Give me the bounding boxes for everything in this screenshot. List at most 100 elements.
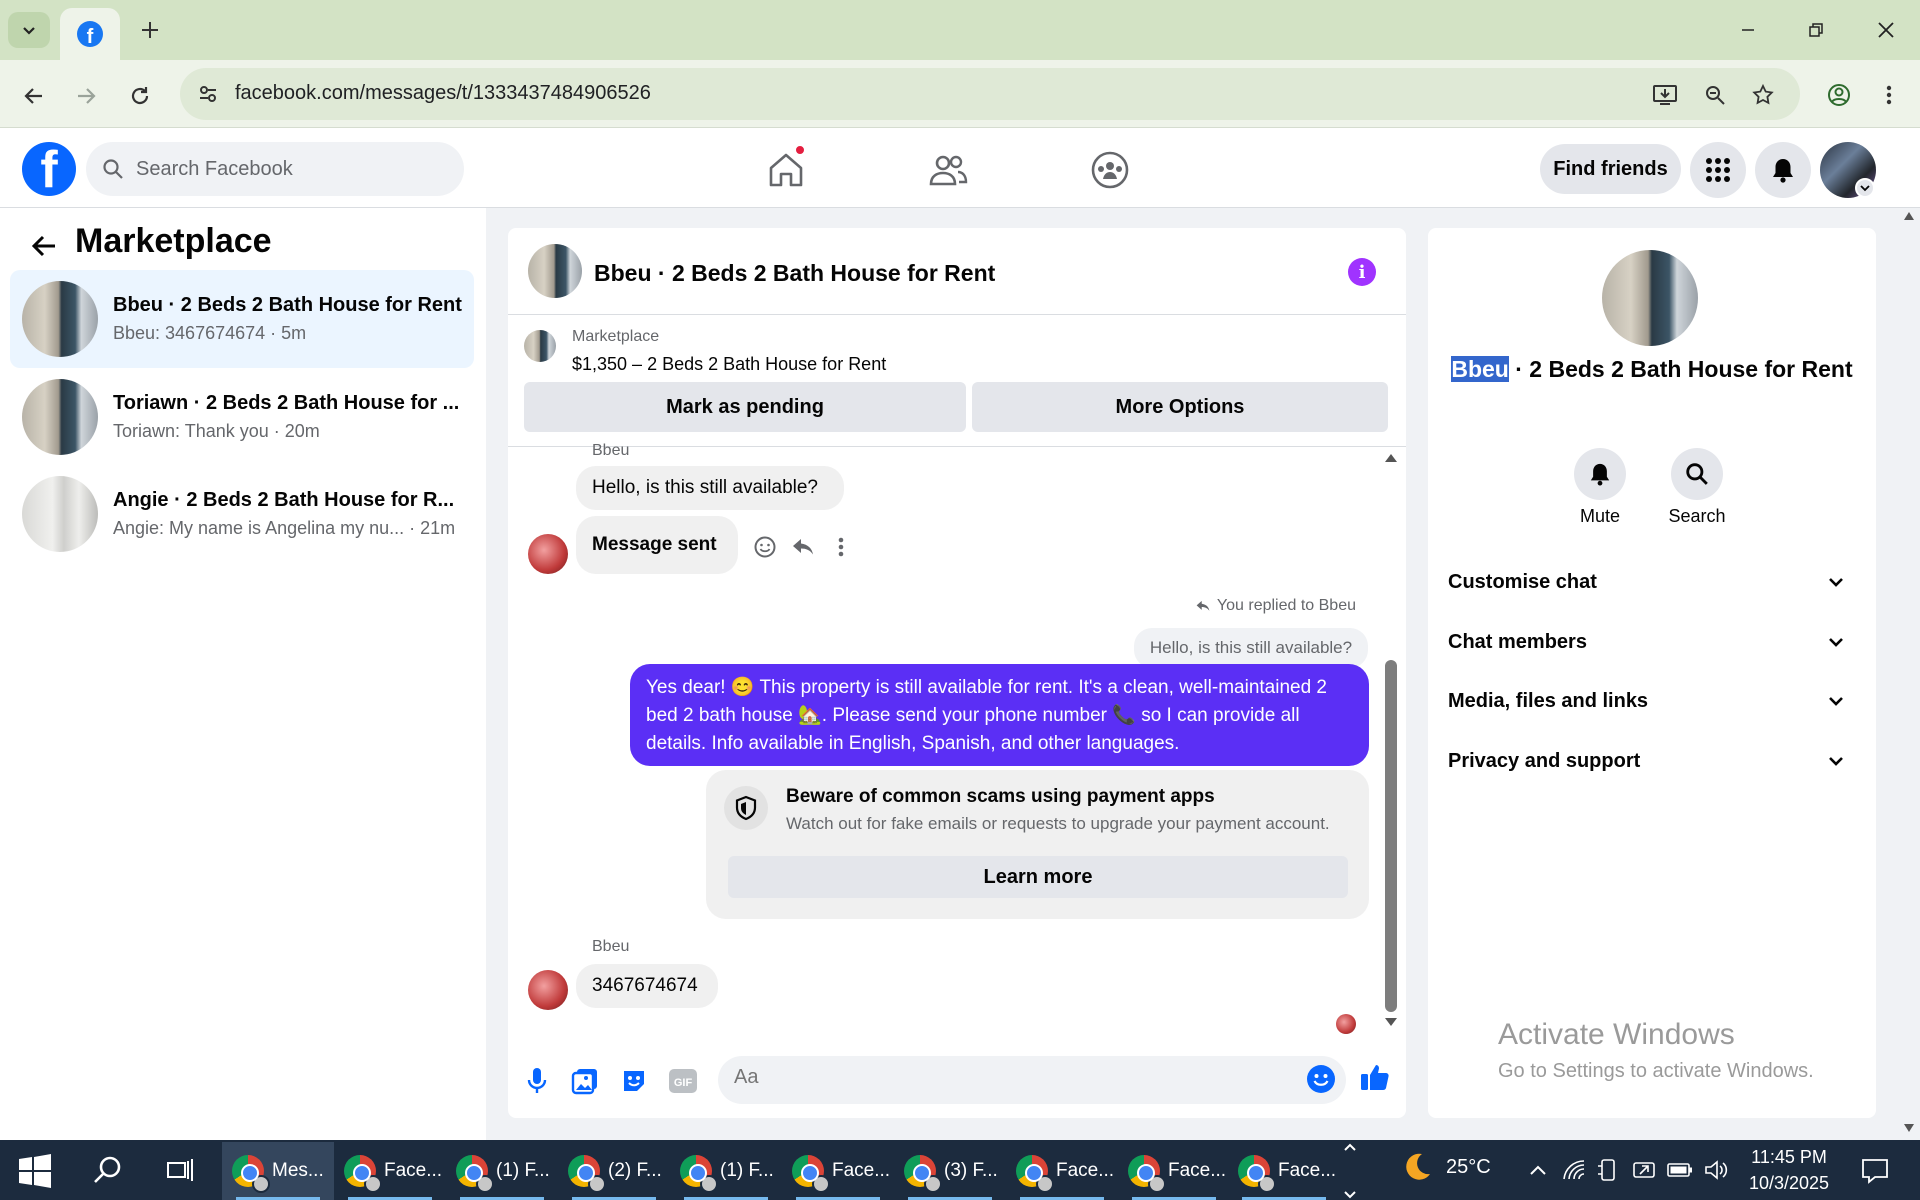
browser-menu-icon[interactable] <box>1874 80 1904 110</box>
chat-title[interactable]: Bbeu · 2 Beds 2 Bath House for Rent <box>594 260 995 287</box>
listing-price-title[interactable]: $1,350 – 2 Beds 2 Bath House for Rent <box>572 354 886 375</box>
taskbar-item-6[interactable]: Face... <box>782 1142 894 1200</box>
accordion-customise-chat[interactable]: Customise chat <box>1448 554 1854 610</box>
learn-more-button[interactable]: Learn more <box>728 856 1348 898</box>
notifications-button[interactable] <box>1755 142 1811 198</box>
volume-icon[interactable] <box>1702 1156 1730 1184</box>
activate-windows-watermark-title: Activate Windows <box>1498 1018 1735 1051</box>
facebook-icon: f <box>77 21 103 47</box>
site-info-button[interactable] <box>194 80 222 108</box>
back-to-chats-button[interactable] <box>26 228 62 264</box>
replied-quote[interactable]: Hello, is this still available? <box>1134 628 1368 668</box>
like-thumbs-up-icon[interactable] <box>1358 1060 1392 1094</box>
more-options-button[interactable]: More Options <box>972 382 1388 432</box>
reply-icon[interactable] <box>788 532 818 562</box>
emoji-icon[interactable] <box>1304 1062 1338 1096</box>
seen-receipt-avatar <box>1336 1014 1356 1034</box>
accordion-privacy-support[interactable]: Privacy and support <box>1448 733 1854 789</box>
taskbar-item-1[interactable]: Mes... <box>222 1142 334 1200</box>
menu-button[interactable] <box>1690 142 1746 198</box>
browser-tab-active[interactable]: f <box>60 8 120 60</box>
info-icon[interactable]: i <box>1348 258 1376 286</box>
taskbar-item-3[interactable]: (1) F... <box>446 1142 558 1200</box>
reload-button[interactable] <box>122 78 158 114</box>
notification-center-icon[interactable] <box>1858 1154 1892 1188</box>
find-friends-button[interactable]: Find friends <box>1540 144 1681 194</box>
account-caret-icon[interactable] <box>1855 178 1875 198</box>
taskbar-item-7[interactable]: (3) F... <box>894 1142 1006 1200</box>
sender-avatar[interactable] <box>528 534 568 574</box>
tray-overflow-icon[interactable] <box>1524 1156 1552 1184</box>
windows-start-icon[interactable] <box>18 1154 52 1188</box>
listing-thumbnail <box>22 281 98 357</box>
taskbar-item-8[interactable]: Face... <box>1006 1142 1118 1200</box>
react-emoji-icon[interactable] <box>750 532 780 562</box>
weather-widget[interactable]: 25°C <box>1400 1150 1491 1184</box>
nav-friends[interactable] <box>918 146 978 194</box>
accordion-chat-members[interactable]: Chat members <box>1448 614 1854 670</box>
taskbar-clock[interactable]: 11:45 PM 10/3/2025 <box>1740 1144 1838 1196</box>
message-input[interactable] <box>734 1066 1294 1089</box>
chevron-down-icon <box>1829 697 1843 706</box>
tab-search-button[interactable] <box>8 12 50 48</box>
arrow-left-icon <box>24 88 42 104</box>
conversation-name: Angie · 2 Beds 2 Bath House for R... <box>113 489 455 511</box>
outgoing-message[interactable]: Yes dear! 😊 This property is still avail… <box>630 664 1369 766</box>
url-text[interactable]: facebook.com/messages/t/1333437484906526 <box>235 82 651 105</box>
plus-icon <box>142 22 158 38</box>
taskbar-item-label: Mes... <box>272 1160 324 1181</box>
accordion-media-files-links[interactable]: Media, files and links <box>1448 673 1854 729</box>
close-window-button[interactable] <box>1856 10 1916 50</box>
nav-home[interactable] <box>756 146 816 194</box>
meet-now-icon[interactable] <box>1630 1156 1658 1184</box>
page-scrollbar[interactable] <box>1898 208 1920 1140</box>
taskbar-item-2[interactable]: Face... <box>334 1142 446 1200</box>
network-icon[interactable] <box>1560 1156 1588 1184</box>
forward-button[interactable] <box>68 78 104 114</box>
search-in-chat-button[interactable] <box>1671 448 1723 500</box>
back-button[interactable] <box>16 78 52 114</box>
gif-icon[interactable]: GIF <box>666 1064 700 1098</box>
incoming-message[interactable]: 3467674674 <box>576 964 718 1008</box>
details-avatar[interactable] <box>1602 250 1698 346</box>
chevron-down-icon <box>23 27 35 35</box>
microphone-icon[interactable] <box>520 1064 554 1098</box>
mute-button[interactable] <box>1574 448 1626 500</box>
phone-link-icon[interactable] <box>1594 1156 1622 1184</box>
messages-scroll-thumb[interactable] <box>1385 660 1397 1012</box>
restore-button[interactable] <box>1786 10 1846 50</box>
chrome-icon <box>1016 1155 1054 1193</box>
chat-avatar[interactable] <box>528 244 582 298</box>
replied-note: You replied to Bbeu <box>1195 597 1356 615</box>
conversation-item-angie[interactable]: Angie · 2 Beds 2 Bath House for R... Ang… <box>10 465 474 563</box>
taskbar-item-10[interactable]: Face... <box>1228 1142 1340 1200</box>
incoming-message-sent-notice[interactable]: Message sent <box>576 516 738 574</box>
sticker-icon[interactable] <box>617 1064 651 1098</box>
facebook-search-input[interactable]: Search Facebook <box>86 142 464 196</box>
zoom-icon[interactable] <box>1700 80 1730 110</box>
minimize-button[interactable] <box>1718 10 1778 50</box>
taskbar-scroll-arrows[interactable] <box>1340 1142 1360 1200</box>
profile-account-icon[interactable] <box>1824 80 1854 110</box>
taskbar-item-4[interactable]: (2) F... <box>558 1142 670 1200</box>
listing-thumbnail[interactable] <box>524 330 556 362</box>
new-tab-button[interactable] <box>134 14 166 46</box>
install-app-icon[interactable] <box>1650 80 1680 110</box>
conversation-item-bbeu[interactable]: Bbeu · 2 Beds 2 Bath House for Rent Bbeu… <box>10 270 474 368</box>
nav-groups[interactable] <box>1080 146 1140 194</box>
conversation-item-toriawn[interactable]: Toriawn · 2 Beds 2 Bath House for ... To… <box>10 368 474 466</box>
task-view-icon[interactable] <box>154 1146 206 1194</box>
details-title: Bbeu · 2 Beds 2 Bath House for Rent <box>1450 356 1854 383</box>
bookmark-star-icon[interactable] <box>1748 80 1778 110</box>
sender-avatar[interactable] <box>528 970 568 1010</box>
more-actions-icon[interactable] <box>826 532 856 562</box>
taskbar-item-9[interactable]: Face... <box>1118 1142 1230 1200</box>
incoming-message[interactable]: Hello, is this still available? <box>576 466 844 510</box>
taskbar-item-label: Face... <box>1056 1160 1115 1181</box>
battery-icon[interactable] <box>1666 1156 1694 1184</box>
facebook-logo-icon[interactable]: f <box>22 142 76 196</box>
taskbar-item-5[interactable]: (1) F... <box>670 1142 782 1200</box>
mark-as-pending-button[interactable]: Mark as pending <box>524 382 966 432</box>
taskbar-search-icon[interactable] <box>82 1146 134 1194</box>
photo-icon[interactable] <box>568 1064 602 1098</box>
